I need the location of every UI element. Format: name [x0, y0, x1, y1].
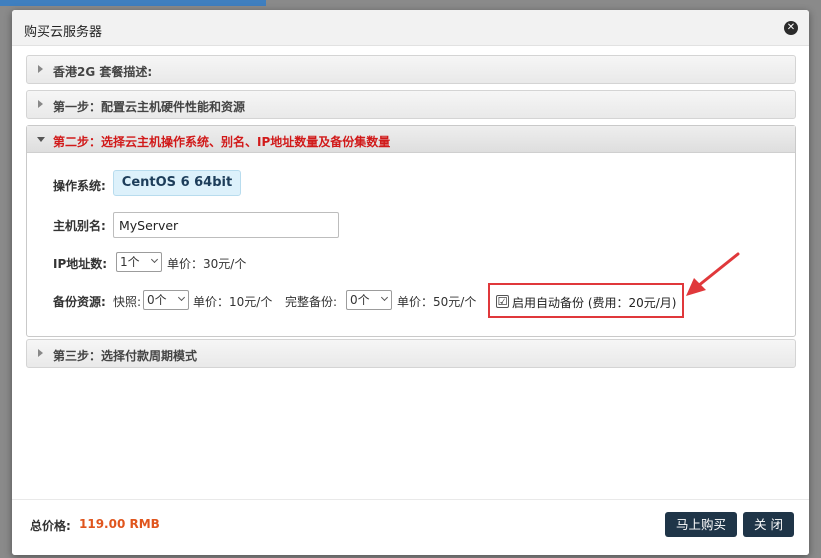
- section-header[interactable]: 香港2G 套餐描述:: [27, 56, 795, 83]
- section-step-2: 第二步：选择云主机操作系统、别名、IP地址数量及备份集数量 操作系统: Cent…: [26, 125, 796, 337]
- os-value-badge[interactable]: CentOS 6 64bit: [113, 170, 241, 196]
- full-backup-label: 完整备份:: [285, 295, 338, 309]
- full-backup-count-value: 0个: [350, 293, 370, 307]
- section-package-description[interactable]: 香港2G 套餐描述:: [26, 55, 796, 84]
- caret-right-icon: [38, 65, 43, 73]
- snapshot-unit-price: 单价：10元/个: [193, 295, 273, 309]
- alias-label: 主机别名:: [53, 219, 106, 233]
- close-icon[interactable]: ✕: [784, 21, 798, 35]
- backup-resource-label: 备份资源:: [53, 295, 106, 309]
- section-step-3[interactable]: 第三步：选择付款周期模式: [26, 339, 796, 368]
- dialog-header: 购买云服务器 ✕: [12, 10, 809, 46]
- chevron-down-icon: [150, 255, 159, 264]
- buy-now-button[interactable]: 马上购买: [665, 512, 737, 537]
- snapshot-count-value: 0个: [147, 293, 167, 307]
- ip-unit-price: 单价：30元/个: [167, 257, 247, 271]
- caret-right-icon: [38, 100, 43, 108]
- dialog-footer: 总价格: 119.00 RMB 马上购买 关 闭: [12, 499, 809, 555]
- total-price-value: 119.00 RMB: [79, 517, 160, 531]
- ip-count-value: 1个: [120, 255, 140, 269]
- full-backup-count-select[interactable]: 0个: [346, 290, 392, 310]
- section-title: 第二步：选择云主机操作系统、别名、IP地址数量及备份集数量: [53, 135, 391, 149]
- close-button[interactable]: 关 闭: [743, 512, 794, 537]
- os-label: 操作系统:: [53, 179, 106, 193]
- alias-input[interactable]: [113, 212, 339, 238]
- full-backup-unit-price: 单价：50元/个: [397, 295, 477, 309]
- section-header[interactable]: 第一步：配置云主机硬件性能和资源: [27, 91, 795, 118]
- section-title: 第三步：选择付款周期模式: [53, 349, 198, 363]
- chevron-down-icon: [177, 293, 186, 302]
- auto-backup-highlight: ☑ 启用自动备份 (费用：20元/月): [488, 283, 684, 318]
- auto-backup-label[interactable]: 启用自动备份 (费用：20元/月): [512, 294, 677, 311]
- section-step-2-body: 操作系统: CentOS 6 64bit 主机别名: IP地址数: 1个 单价：…: [27, 153, 795, 336]
- dialog-title: 购买云服务器: [24, 25, 103, 40]
- section-title: 第一步：配置云主机硬件性能和资源: [53, 100, 246, 114]
- background-progress-bar: [0, 0, 266, 6]
- section-header[interactable]: 第二步：选择云主机操作系统、别名、IP地址数量及备份集数量: [27, 126, 795, 153]
- section-title: 香港2G 套餐描述:: [53, 65, 153, 79]
- section-header[interactable]: 第三步：选择付款周期模式: [27, 340, 795, 367]
- snapshot-label: 快照:: [113, 295, 142, 309]
- ip-count-label: IP地址数:: [53, 257, 108, 271]
- total-price-label: 总价格:: [30, 519, 71, 533]
- caret-right-icon: [38, 349, 43, 357]
- caret-down-icon: [37, 137, 45, 142]
- auto-backup-checkbox[interactable]: ☑: [496, 295, 509, 308]
- section-step-1[interactable]: 第一步：配置云主机硬件性能和资源: [26, 90, 796, 119]
- chevron-down-icon: [380, 293, 389, 302]
- annotation-arrow-icon: [686, 252, 740, 296]
- snapshot-count-select[interactable]: 0个: [143, 290, 189, 310]
- ip-count-select[interactable]: 1个: [116, 252, 162, 272]
